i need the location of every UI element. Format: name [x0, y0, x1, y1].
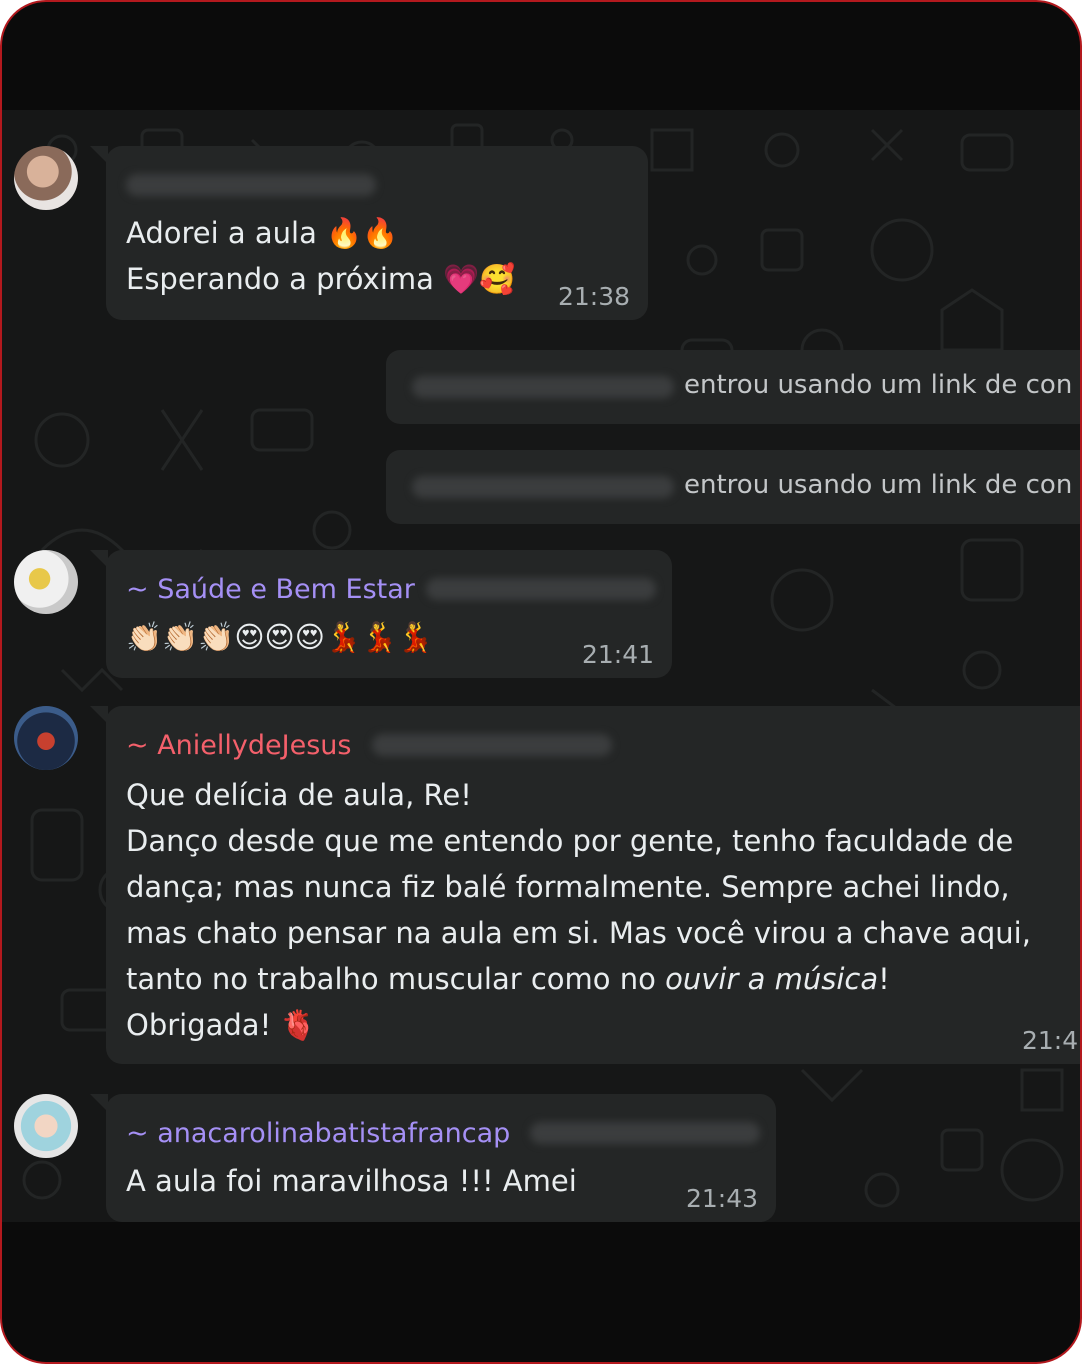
sender-name[interactable]: ~ Saúde e Bem Estar	[126, 574, 415, 605]
message-time: 21:4	[1022, 1026, 1079, 1055]
avatar[interactable]	[14, 706, 78, 770]
redacted-phone	[426, 578, 656, 600]
message-time: 21:38	[557, 282, 630, 311]
redacted-phone	[412, 476, 674, 498]
redacted-phone	[372, 734, 612, 756]
message-text: 👏🏻👏🏻👏🏻😍😍😍💃💃💃	[126, 620, 434, 654]
system-message: entrou usando um link de con	[386, 450, 1080, 524]
message-text-line: tanto no trabalho muscular como no ouvir…	[126, 956, 890, 1002]
redacted-phone	[530, 1122, 760, 1144]
message-time: 21:41	[581, 640, 654, 669]
avatar[interactable]	[14, 146, 78, 210]
message-text: Obrigada! 🫀	[126, 1008, 317, 1042]
message-text: dança; mas nunca fiz balé formalmente. S…	[126, 870, 1010, 904]
system-text: entrou usando um link de con	[684, 370, 1073, 400]
message-text: Esperando a próxima 💗🥰	[126, 262, 516, 296]
message-time: 21:43	[685, 1184, 758, 1213]
redacted-phone	[412, 376, 674, 398]
message-text: Danço desde que me entendo por gente, te…	[126, 824, 1014, 858]
message-text: Adorei a aula 🔥🔥	[126, 216, 399, 250]
message-text: Que delícia de aula, Re!	[126, 778, 472, 812]
avatar[interactable]	[14, 550, 78, 614]
message-text: !	[878, 962, 890, 996]
system-message: entrou usando um link de con	[386, 350, 1080, 424]
message-bubble[interactable]: Adorei a aula 🔥🔥 Esperando a próxima 💗🥰 …	[106, 146, 648, 320]
sender-name[interactable]: ~ AniellydeJesus	[126, 730, 351, 761]
message-bubble[interactable]: ~ Saúde e Bem Estar 👏🏻👏🏻👏🏻😍😍😍💃💃💃 21:41	[106, 550, 672, 678]
message-text: mas chato pensar na aula em si. Mas você…	[126, 916, 1031, 950]
system-text: entrou usando um link de con	[684, 470, 1073, 500]
message-italic: ouvir a música	[665, 962, 879, 996]
message-bubble[interactable]: ~ AniellydeJesus Que delícia de aula, Re…	[106, 706, 1080, 1064]
chat-area[interactable]: Adorei a aula 🔥🔥 Esperando a próxima 💗🥰 …	[2, 110, 1080, 1222]
message-text: tanto no trabalho muscular como no	[126, 962, 666, 996]
message-text: A aula foi maravilhosa !!! Amei	[126, 1164, 577, 1198]
avatar[interactable]	[14, 1094, 78, 1158]
message-bubble[interactable]: ~ anacarolinabatistafrancap A aula foi m…	[106, 1094, 776, 1222]
screenshot-frame: Adorei a aula 🔥🔥 Esperando a próxima 💗🥰 …	[0, 0, 1082, 1364]
sender-name[interactable]: ~ anacarolinabatistafrancap	[126, 1118, 510, 1149]
redacted-phone	[126, 174, 376, 196]
